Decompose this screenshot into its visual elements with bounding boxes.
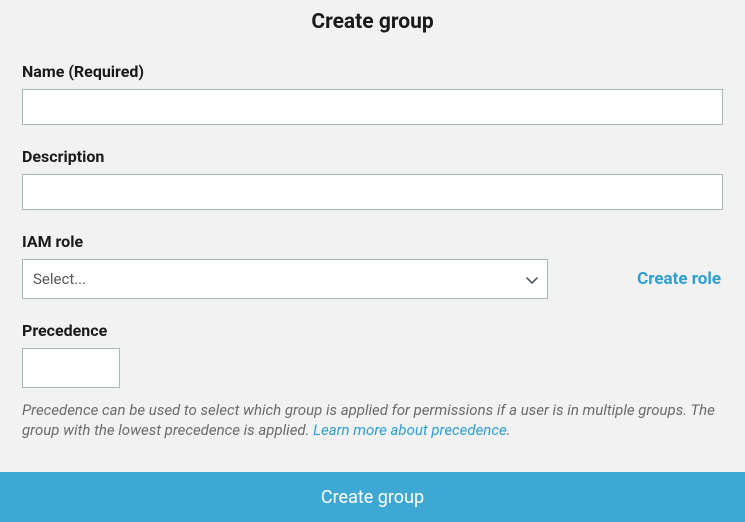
name-field-group: Name (Required)	[22, 62, 723, 125]
precedence-input[interactable]	[22, 348, 120, 388]
description-input[interactable]	[22, 174, 723, 210]
precedence-help-text: Precedence can be used to select which g…	[22, 400, 723, 441]
iam-role-field-group: IAM role Select... Create role	[22, 232, 723, 299]
name-input[interactable]	[22, 89, 723, 125]
learn-more-precedence-link[interactable]: Learn more about precedence	[313, 421, 507, 439]
iam-role-select[interactable]: Select...	[22, 259, 548, 299]
description-field-group: Description	[22, 147, 723, 210]
page-title: Create group	[22, 0, 723, 62]
iam-role-select-placeholder: Select...	[33, 270, 86, 288]
create-group-button[interactable]: Create group	[0, 472, 745, 522]
iam-role-label: IAM role	[22, 232, 723, 251]
description-label: Description	[22, 147, 723, 166]
create-role-link[interactable]: Create role	[637, 269, 721, 289]
name-label: Name (Required)	[22, 62, 723, 81]
precedence-help-text-part2: .	[507, 421, 511, 439]
precedence-label: Precedence	[22, 321, 723, 340]
precedence-field-group: Precedence Precedence can be used to sel…	[22, 321, 723, 441]
